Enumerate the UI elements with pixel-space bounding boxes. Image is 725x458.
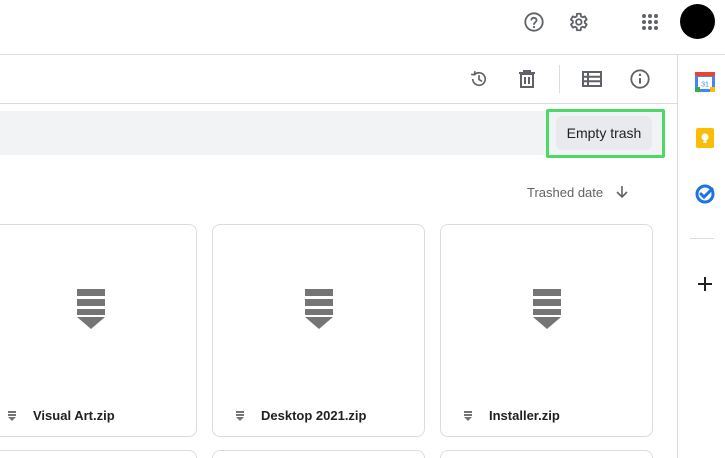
- info-icon[interactable]: [628, 67, 652, 91]
- zip-file-icon: [0, 225, 196, 393]
- add-icon[interactable]: [695, 274, 715, 294]
- file-card[interactable]: Installer.zip: [440, 224, 653, 437]
- sort-label: Trashed date: [527, 184, 604, 200]
- zip-file-icon: [213, 225, 424, 393]
- arrow-down-icon[interactable]: [615, 185, 629, 199]
- calendar-day: 31: [701, 82, 709, 89]
- tasks-icon[interactable]: [695, 184, 715, 204]
- trash-icon[interactable]: [516, 67, 538, 91]
- header-divider: [0, 54, 725, 55]
- file-card[interactable]: Visual Art.zip: [0, 224, 197, 437]
- calendar-icon[interactable]: 31: [695, 72, 715, 92]
- empty-trash-button[interactable]: Empty trash: [556, 116, 652, 150]
- zip-file-icon: [441, 225, 652, 393]
- account-avatar[interactable]: [680, 4, 715, 39]
- zip-file-icon: [463, 410, 473, 422]
- toolbar-divider-line: [0, 103, 677, 104]
- toolbar-divider: [559, 65, 560, 93]
- list-view-icon[interactable]: [580, 68, 604, 90]
- file-card-partial[interactable]: [0, 450, 197, 458]
- file-card[interactable]: Desktop 2021.zip: [212, 224, 425, 437]
- zip-file-icon: [7, 410, 17, 422]
- restore-icon[interactable]: [468, 68, 490, 90]
- top-bar: [0, 0, 725, 44]
- side-panel-divider: [690, 238, 714, 239]
- side-panel: 31: [677, 55, 725, 458]
- file-name: Desktop 2021.zip: [261, 408, 367, 423]
- file-card-partial[interactable]: [440, 450, 653, 458]
- gear-icon[interactable]: [566, 10, 590, 34]
- zip-file-icon: [235, 410, 245, 422]
- help-icon[interactable]: [522, 10, 546, 34]
- keep-icon[interactable]: [695, 128, 715, 148]
- apps-grid-icon[interactable]: [638, 10, 662, 34]
- file-name: Installer.zip: [489, 408, 560, 423]
- sort-control[interactable]: Trashed date: [527, 180, 629, 204]
- file-name: Visual Art.zip: [33, 408, 115, 423]
- file-card-partial[interactable]: [212, 450, 425, 458]
